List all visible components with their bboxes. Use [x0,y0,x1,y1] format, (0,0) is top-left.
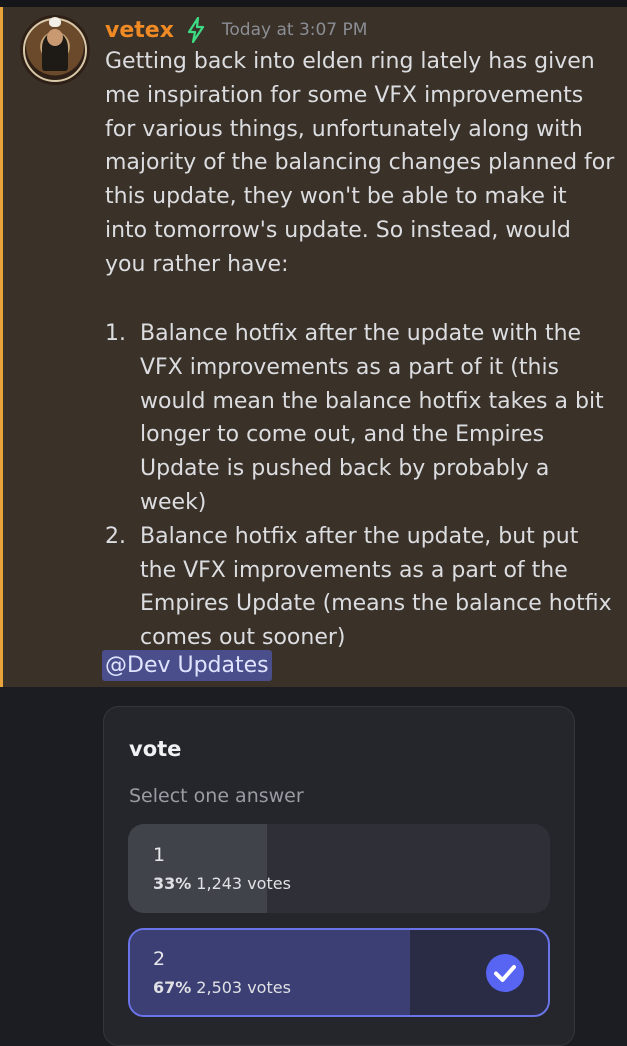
poll-question: vote [129,737,182,761]
message-text: Getting back into elden ring lately has … [105,49,615,277]
user-avatar[interactable] [20,15,90,85]
list-item: 1. Balance hotfix after the update with … [105,317,615,520]
message-header: vetex Today at 3:07 PM [105,15,367,45]
lightning-bolt-icon [187,17,204,43]
answer-votes: 2,503 votes [196,978,291,997]
poll-card: vote Select one answer 1 33% 1,243 votes … [103,706,575,1046]
poll-subtitle: Select one answer [129,785,304,807]
username[interactable]: vetex [105,18,174,43]
checkmark-icon [486,954,524,992]
list-item: 2. Balance hotfix after the update, but … [105,520,615,655]
timestamp: Today at 3:07 PM [221,20,368,40]
list-item-text: Balance hotfix after the update, but put… [140,523,612,651]
answer-percent: 67% [153,978,192,997]
list-number: 1. [105,321,126,346]
options-list: 1. Balance hotfix after the update with … [105,317,615,655]
poll-answer-1[interactable]: 1 33% 1,243 votes [128,824,550,913]
answer-stats: 67% 2,503 votes [153,978,291,997]
answer-label: 2 [153,948,166,970]
answer-percent: 33% [153,874,192,893]
poll-answer-2[interactable]: 2 67% 2,503 votes [128,928,550,1017]
avatar-face [47,29,63,46]
list-item-text: Balance hotfix after the update with the… [140,321,604,515]
answer-stats: 33% 1,243 votes [153,874,291,893]
vote-share-bar [128,824,268,913]
highlighted-message: vetex Today at 3:07 PM Getting back into… [0,7,627,687]
list-number: 2. [105,523,126,549]
answer-votes: 1,243 votes [196,874,291,893]
role-mention[interactable]: @Dev Updates [102,650,272,681]
answer-label: 1 [153,844,166,866]
avatar-skull-emblem [49,17,61,27]
vote-share-bar [130,930,411,1015]
top-bar [0,0,627,7]
